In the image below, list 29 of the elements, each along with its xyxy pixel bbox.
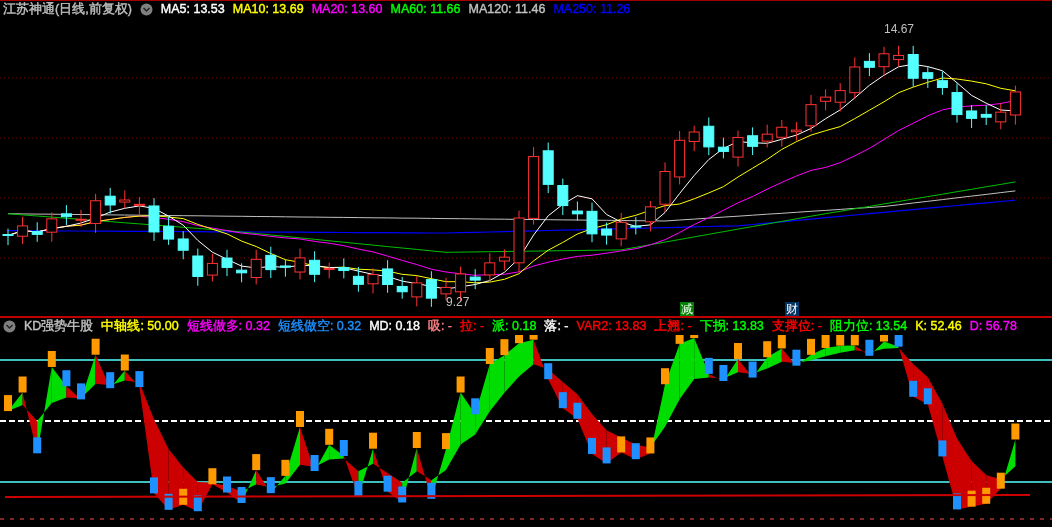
low-price-label: 9.27 xyxy=(446,294,470,311)
indicator-value: MA60: 11.66 xyxy=(390,3,461,16)
indicator-value: MA10: 13.69 xyxy=(232,3,304,16)
event-marker[interactable]: 财 xyxy=(785,302,799,316)
indicator-value: 落: - xyxy=(544,320,569,333)
indicator-value: K: 52.46 xyxy=(915,320,962,333)
dropdown-icon[interactable] xyxy=(139,3,153,16)
indicator-value: 短线做空: 0.32 xyxy=(277,320,362,333)
indicator-value: MA5: 13.53 xyxy=(160,3,225,16)
indicator-value: 下拐: 13.83 xyxy=(699,320,764,333)
indicator-value: 支撑位: - xyxy=(771,320,822,333)
indicator-title: KD强势牛股 xyxy=(24,320,94,333)
indicator-value: 派: 0.18 xyxy=(492,320,537,333)
indicator-value: 短线做多: 0.32 xyxy=(186,320,270,333)
indicator-value: MA20: 13.60 xyxy=(311,3,383,16)
indicator-value: 上翘: - xyxy=(654,320,692,333)
indicator-value: MD: 0.18 xyxy=(369,320,420,333)
indicator-value: 阻力位: 13.54 xyxy=(829,320,908,333)
indicator-value: 吸: - xyxy=(427,320,452,333)
indicator-value: 拉: - xyxy=(460,320,485,333)
dropdown-icon[interactable] xyxy=(3,320,16,333)
indicator-value: 中轴线: 50.00 xyxy=(101,320,179,333)
indicator-value: MA250: 11.26 xyxy=(553,3,631,16)
indicator-value: VAR2: 13.83 xyxy=(576,320,647,333)
event-marker[interactable]: 减 xyxy=(680,302,694,316)
high-price-label: 14.67 xyxy=(884,21,915,38)
indicator-value: MA120: 11.46 xyxy=(468,3,546,16)
indicator-value: D: 56.78 xyxy=(969,320,1017,333)
stock-title: 江苏神通(日线,前复权) xyxy=(3,3,132,16)
